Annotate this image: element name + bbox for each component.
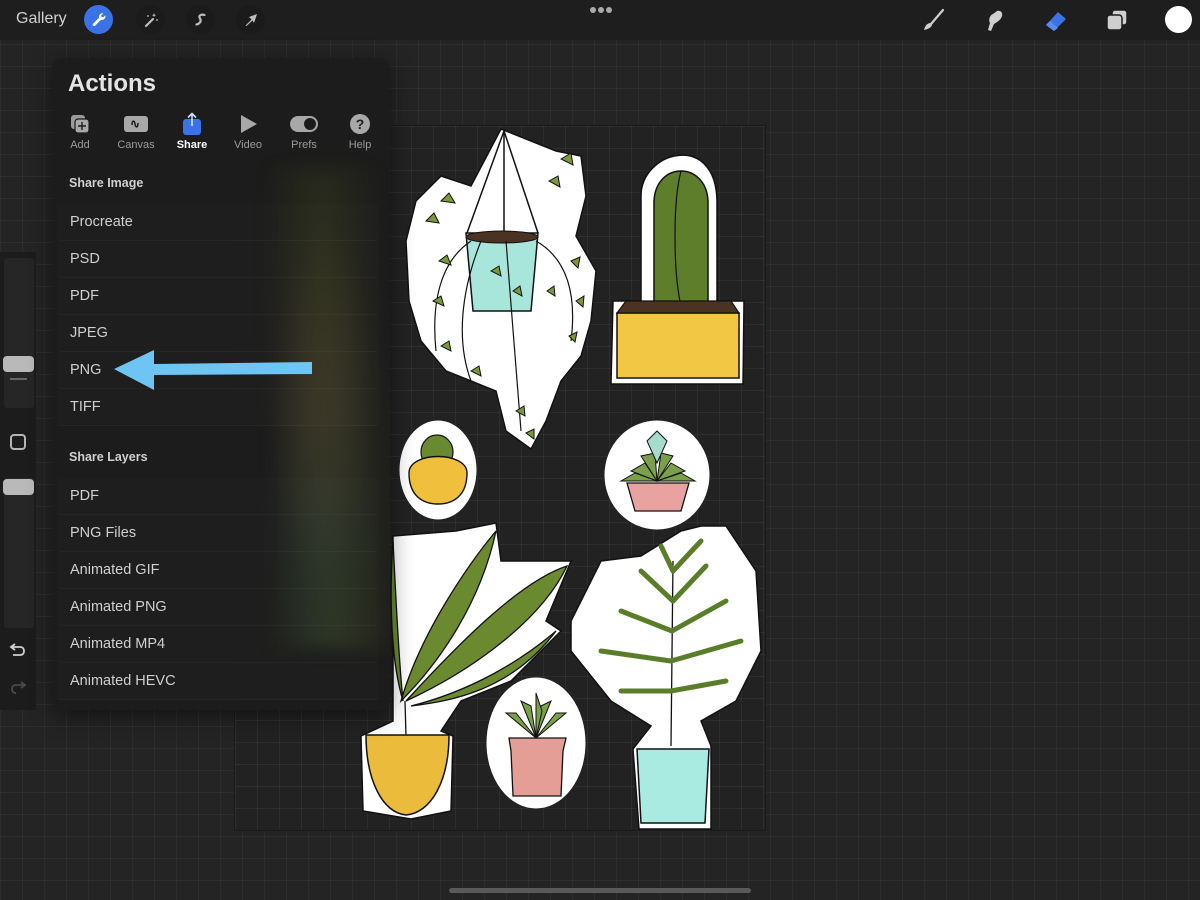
arrow-cursor-icon bbox=[245, 13, 257, 26]
share-animated-png[interactable]: Animated PNG bbox=[57, 589, 379, 626]
cactus-yellow-box-sticker bbox=[610, 154, 745, 385]
share-psd[interactable]: PSD bbox=[57, 241, 379, 278]
tab-label: Help bbox=[348, 139, 372, 151]
share-layers-pdf[interactable]: PDF bbox=[57, 478, 379, 515]
play-icon bbox=[241, 115, 257, 133]
annotation-arrow-icon bbox=[114, 350, 312, 390]
ellipsis-dot bbox=[606, 7, 612, 13]
add-layer-icon bbox=[71, 115, 90, 134]
share-image-heading: Share Image bbox=[69, 176, 144, 190]
brush-size-slider[interactable] bbox=[4, 258, 34, 408]
share-image-list: Procreate PSD PDF JPEG PNG TIFF bbox=[57, 204, 379, 426]
toggle-icon bbox=[290, 116, 318, 132]
brush-tool-button[interactable] bbox=[918, 5, 948, 35]
tab-prefs[interactable]: Prefs bbox=[276, 112, 332, 156]
opacity-thumb[interactable] bbox=[3, 479, 34, 495]
color-swatch[interactable] bbox=[1165, 6, 1192, 33]
share-animated-hevc[interactable]: Animated HEVC bbox=[57, 663, 379, 700]
tab-label: Share bbox=[176, 139, 208, 151]
smudge-tool-button[interactable] bbox=[979, 5, 1009, 35]
share-animated-mp4[interactable]: Animated MP4 bbox=[57, 626, 379, 663]
selection-s-icon bbox=[194, 13, 206, 26]
undo-button[interactable] bbox=[9, 642, 27, 658]
smudge-finger-icon bbox=[988, 10, 1003, 31]
selection-button[interactable] bbox=[186, 5, 215, 34]
eraser-icon bbox=[1046, 12, 1066, 31]
share-jpeg[interactable]: JPEG bbox=[57, 315, 379, 352]
small-cactus-round-pot-sticker bbox=[398, 419, 478, 521]
share-pdf[interactable]: PDF bbox=[57, 278, 379, 315]
hanging-pothos-sticker bbox=[405, 128, 597, 451]
tab-share[interactable]: Share bbox=[164, 112, 220, 156]
share-layers-list: PDF PNG Files Animated GIF Animated PNG … bbox=[57, 478, 379, 700]
redo-button[interactable] bbox=[9, 680, 27, 696]
opacity-slider[interactable] bbox=[4, 478, 34, 628]
tab-video[interactable]: Video bbox=[220, 112, 276, 156]
layers-button[interactable] bbox=[1102, 5, 1132, 35]
succulent-pink-bowl-sticker bbox=[603, 419, 711, 531]
tab-label: Prefs bbox=[291, 139, 317, 151]
gallery-button[interactable]: Gallery bbox=[16, 10, 67, 28]
adjustments-button[interactable] bbox=[136, 5, 165, 34]
canvas-icon bbox=[124, 116, 148, 132]
ellipsis-dot bbox=[598, 7, 604, 13]
top-toolbar: Gallery bbox=[0, 0, 1200, 40]
tab-canvas[interactable]: Canvas bbox=[108, 112, 164, 156]
square-outline-icon[interactable] bbox=[10, 434, 26, 450]
transform-button[interactable] bbox=[236, 5, 265, 34]
help-icon: ? bbox=[350, 114, 370, 134]
tab-help[interactable]: ? Help bbox=[332, 112, 388, 156]
left-sidebar bbox=[0, 252, 36, 710]
small-succulent-pink-pot-sticker bbox=[485, 676, 587, 810]
eraser-tool-button[interactable] bbox=[1041, 5, 1071, 35]
tab-label: Video bbox=[234, 139, 262, 151]
layers-icon bbox=[1106, 9, 1128, 31]
actions-tabs: Add Canvas Share Video Prefs ? Help bbox=[52, 112, 390, 156]
share-tiff[interactable]: TIFF bbox=[57, 389, 379, 426]
panel-title: Actions bbox=[68, 70, 157, 97]
redo-icon bbox=[11, 681, 27, 694]
brush-size-thumb[interactable] bbox=[3, 356, 34, 372]
share-layers-heading: Share Layers bbox=[69, 450, 148, 464]
wrench-icon bbox=[92, 12, 105, 26]
tab-label: Canvas bbox=[117, 139, 155, 151]
share-icon bbox=[183, 112, 201, 135]
actions-button[interactable] bbox=[84, 5, 113, 34]
share-png-files[interactable]: PNG Files bbox=[57, 515, 379, 552]
undo-icon bbox=[9, 643, 25, 656]
home-indicator[interactable] bbox=[449, 888, 751, 893]
ellipsis-icon bbox=[590, 7, 596, 13]
magic-wand-icon bbox=[144, 12, 158, 27]
tab-add[interactable]: Add bbox=[52, 112, 108, 156]
slider-tick bbox=[10, 378, 27, 380]
brush-icon bbox=[924, 8, 945, 30]
fern-teal-pot-sticker bbox=[570, 525, 762, 830]
share-procreate[interactable]: Procreate bbox=[57, 204, 379, 241]
more-options-button[interactable] bbox=[590, 7, 612, 13]
svg-text:?: ? bbox=[356, 116, 365, 132]
tab-label: Add bbox=[70, 139, 90, 151]
share-animated-gif[interactable]: Animated GIF bbox=[57, 552, 379, 589]
